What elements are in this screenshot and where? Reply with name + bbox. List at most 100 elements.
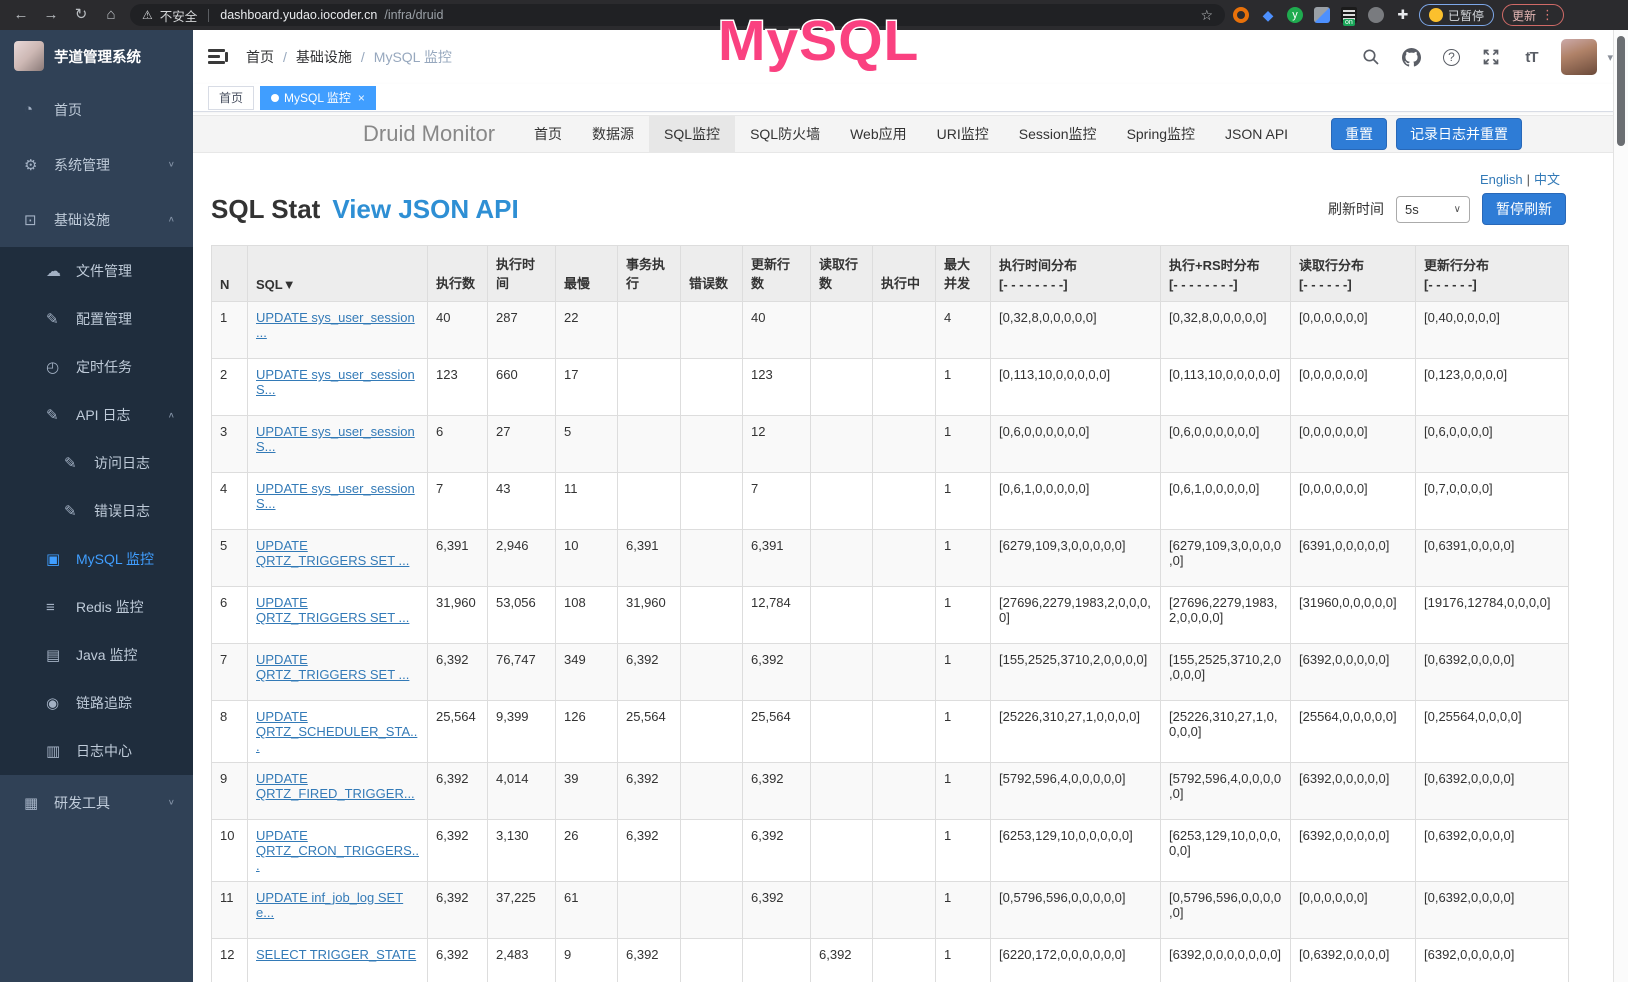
extension-person-icon[interactable] — [1368, 7, 1384, 23]
druid-nav-item-1[interactable]: 数据源 — [577, 115, 649, 153]
font-size-icon[interactable]: tT — [1521, 47, 1541, 67]
pause-refresh-button[interactable]: 暂停刷新 — [1482, 193, 1566, 225]
log-and-reset-button[interactable]: 记录日志并重置 — [1396, 118, 1522, 150]
column-header[interactable]: N — [212, 246, 248, 302]
sidebar-item-dev-tools[interactable]: ▦研发工具∨ — [0, 775, 193, 830]
sidebar-item-trace[interactable]: ◉链路追踪 — [0, 679, 193, 727]
column-header[interactable]: 执行数 — [428, 246, 488, 302]
scrollbar-thumb[interactable] — [1617, 36, 1625, 146]
bookmark-star-icon[interactable]: ☆ — [1200, 7, 1213, 24]
sidebar-item-redis-monitor[interactable]: ≡Redis 监控 — [0, 583, 193, 631]
druid-nav-item-2[interactable]: SQL监控 — [649, 115, 735, 153]
column-header[interactable]: 错误数 — [681, 246, 743, 302]
address-bar[interactable]: ⚠ 不安全 dashboard.yudao.iocoder.cn/infra/d… — [130, 4, 1225, 26]
druid-nav-item-7[interactable]: Spring监控 — [1112, 115, 1210, 153]
view-json-api-link[interactable]: View JSON API — [332, 194, 518, 225]
sql-link[interactable]: UPDATE QRTZ_TRIGGERS SET ... — [256, 595, 409, 625]
column-header[interactable]: 执行+RS时分布[- - - - - - - -] — [1161, 246, 1291, 302]
cell: UPDATE QRTZ_CRON_TRIGGERS... — [248, 820, 428, 882]
sidebar-item-file-management[interactable]: ☁文件管理 — [0, 247, 193, 295]
sidebar-item-infrastructure[interactable]: ⊡基础设施∧ — [0, 192, 193, 247]
refresh-interval-select[interactable]: 5s ∨ — [1396, 196, 1470, 223]
druid-nav-item-3[interactable]: SQL防火墙 — [735, 115, 835, 153]
sidebar-item-mysql-monitor[interactable]: ▣MySQL 监控 — [0, 535, 193, 583]
breadcrumb-item[interactable]: 首页 — [246, 47, 274, 67]
extension-ring-icon[interactable] — [1233, 7, 1249, 23]
column-header[interactable]: 执行时间分布[- - - - - - - -] — [991, 246, 1161, 302]
tab-home[interactable]: 首页 — [208, 86, 254, 110]
druid-nav-item-5[interactable]: URI监控 — [922, 115, 1004, 153]
sidebar-item-log-center[interactable]: ▥日志中心 — [0, 727, 193, 775]
reset-button[interactable]: 重置 — [1331, 118, 1387, 150]
sql-link[interactable]: UPDATE QRTZ_TRIGGERS SET ... — [256, 652, 409, 682]
extension-y-icon[interactable]: y — [1287, 7, 1303, 23]
druid-nav-item-0[interactable]: 首页 — [519, 115, 577, 153]
sql-link[interactable]: UPDATE sys_user_session S... — [256, 481, 415, 511]
browser-reload-icon[interactable]: ↻ — [70, 0, 92, 30]
column-header[interactable]: 更新行数 — [743, 246, 811, 302]
fullscreen-icon[interactable] — [1481, 47, 1501, 67]
user-avatar[interactable] — [1561, 39, 1597, 75]
sidebar-item-access-logs[interactable]: ✎访问日志 — [0, 439, 193, 487]
sidebar-item-java-monitor[interactable]: ▤Java 监控 — [0, 631, 193, 679]
sql-link[interactable]: UPDATE sys_user_session S... — [256, 424, 415, 454]
sidebar-item-api-logs[interactable]: ✎API 日志∧ — [0, 391, 193, 439]
druid-nav-item-6[interactable]: Session监控 — [1004, 115, 1112, 153]
column-header[interactable]: 读取行分布[- - - - - -] — [1291, 246, 1416, 302]
sql-link[interactable]: SELECT TRIGGER_STATE — [256, 947, 416, 962]
browser-back-icon[interactable]: ← — [10, 0, 32, 30]
extensions-puzzle-icon[interactable]: ✚ — [1395, 7, 1411, 23]
content: Druid Monitor 首页数据源SQL监控SQL防火墙Web应用URI监控… — [193, 112, 1628, 982]
cell: 4 — [936, 302, 991, 359]
table-row: 10UPDATE QRTZ_CRON_TRIGGERS...6,3923,130… — [212, 820, 1569, 882]
sidebar-item-system-management[interactable]: ⚙系统管理∨ — [0, 137, 193, 192]
sidebar-item-error-logs[interactable]: ✎错误日志 — [0, 487, 193, 535]
extension-list-icon[interactable]: on — [1341, 7, 1357, 23]
sql-link[interactable]: UPDATE QRTZ_SCHEDULER_STA... — [256, 709, 417, 754]
help-icon[interactable]: ? — [1441, 47, 1461, 67]
browser-home-icon[interactable]: ⌂ — [100, 0, 122, 30]
cell: UPDATE QRTZ_FIRED_TRIGGER... — [248, 763, 428, 820]
cell — [681, 701, 743, 763]
sql-link[interactable]: UPDATE QRTZ_FIRED_TRIGGER... — [256, 771, 415, 801]
sql-link[interactable]: UPDATE inf_job_log SET e... — [256, 890, 403, 920]
browser-forward-icon[interactable]: → — [40, 0, 62, 30]
page-scrollbar[interactable] — [1613, 30, 1628, 982]
browser-menu-dots-icon[interactable]: ⋮ — [1541, 7, 1554, 23]
column-header[interactable]: 执行时间 — [488, 246, 556, 302]
sidebar-item-label: 基础设施 — [54, 210, 110, 230]
github-icon[interactable] — [1401, 47, 1421, 67]
sql-link[interactable]: UPDATE sys_user_session ... — [256, 310, 415, 340]
druid-nav-item-4[interactable]: Web应用 — [835, 115, 922, 153]
upload-cloud-icon: ☁ — [46, 262, 70, 280]
column-header[interactable]: SQL▼ — [248, 246, 428, 302]
extension-squares-icon[interactable] — [1314, 7, 1330, 23]
search-icon[interactable] — [1361, 47, 1381, 67]
column-header[interactable]: 最大并发 — [936, 246, 991, 302]
column-header[interactable]: 事务执行 — [618, 246, 681, 302]
edit-icon: ✎ — [46, 310, 70, 328]
cell: UPDATE inf_job_log SET e... — [248, 882, 428, 939]
sql-link[interactable]: UPDATE QRTZ_TRIGGERS SET ... — [256, 538, 409, 568]
lang-chinese-link[interactable]: 中文 — [1534, 172, 1560, 187]
tab-close-icon[interactable]: × — [358, 91, 365, 105]
sidebar-toggle-hamburger-icon[interactable] — [208, 49, 228, 65]
cell — [873, 820, 936, 882]
sql-link[interactable]: UPDATE QRTZ_CRON_TRIGGERS... — [256, 828, 419, 873]
sidebar-item-scheduled-tasks[interactable]: ◴定时任务 — [0, 343, 193, 391]
druid-nav-item-8[interactable]: JSON API — [1210, 115, 1303, 153]
column-header[interactable]: 更新行分布[- - - - - -] — [1416, 246, 1569, 302]
sidebar-item-home[interactable]: ◔首页 — [0, 82, 193, 137]
cell: 12 — [743, 416, 811, 473]
extension-gem-icon[interactable]: ◆ — [1260, 7, 1276, 23]
column-header[interactable]: 执行中 — [873, 246, 936, 302]
sql-link[interactable]: UPDATE sys_user_session S... — [256, 367, 415, 397]
breadcrumb-item[interactable]: 基础设施 — [296, 47, 352, 67]
column-header[interactable]: 最慢 — [556, 246, 618, 302]
sidebar-item-config-management[interactable]: ✎配置管理 — [0, 295, 193, 343]
column-header[interactable]: 读取行数 — [811, 246, 873, 302]
paused-badge[interactable]: 已暂停 — [1419, 4, 1494, 26]
tab-mysql-monitor[interactable]: MySQL 监控× — [260, 86, 376, 110]
lang-english-link[interactable]: English — [1480, 172, 1523, 187]
browser-update-button[interactable]: 更新 ⋮ — [1502, 4, 1564, 26]
